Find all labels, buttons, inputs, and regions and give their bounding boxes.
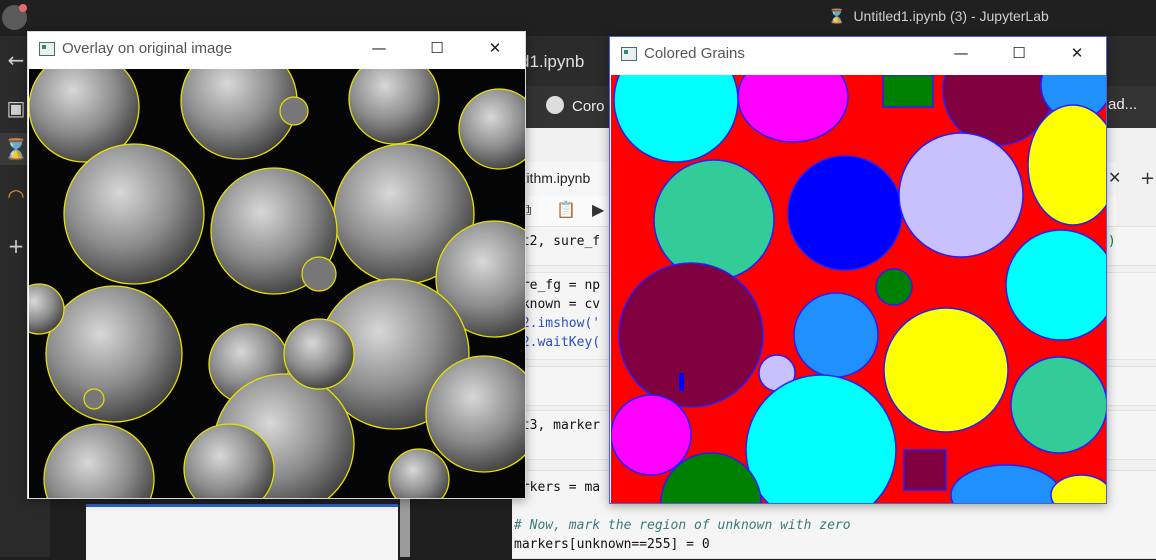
overlay-image [29,69,525,498]
new-tab-icon[interactable]: + [1140,168,1155,189]
colored-grains-svg [611,75,1106,503]
minimize-button[interactable]: — [356,32,402,64]
app-icon [621,47,637,61]
tab-launcher-label: Coro [572,98,605,115]
overlay-image-svg [29,69,525,498]
colored-grains-image [611,75,1106,503]
code-line: et2, sure_f [514,234,601,249]
paste-icon[interactable]: 📋 [556,200,576,219]
run-icon[interactable]: ▶ [592,200,604,219]
code-line: markers[unknown==255] = 0 [514,537,710,552]
globe-icon [546,96,564,114]
left-panel-content [86,504,398,560]
window-titlebar[interactable]: Overlay on original image — ☐ ✕ [28,32,525,64]
tab-notebook-partial[interactable]: d1.ipynb [520,52,584,72]
minimize-button[interactable]: — [938,37,984,69]
code-line: v2.imshow(' [514,316,601,331]
code-line: nknown = cv [514,297,601,312]
code-line: arkers = ma [514,480,601,495]
hourglass-icon: ⌛ [828,8,846,24]
window-title: Colored Grains [644,45,745,62]
overlay-window[interactable]: Overlay on original image — ☐ ✕ [27,31,526,499]
window-title: Overlay on original image [62,40,233,57]
tab-launcher[interactable]: Coro [546,96,605,115]
window-title: ⌛ Untitled1.ipynb (3) - JupyterLab [828,8,1049,25]
window-title-text: Untitled1.ipynb (3) - JupyterLab [853,8,1049,24]
avatar-icon[interactable] [2,4,27,30]
maximize-button[interactable]: ☐ [996,37,1042,69]
app-icon [39,42,55,56]
colored-grains-window[interactable]: Colored Grains — ☐ ✕ [609,36,1107,504]
code-line: et3, marker [514,418,601,433]
close-button[interactable]: ✕ [472,32,518,64]
code-line: # Now, mark the region of unknown with z… [514,518,851,533]
window-titlebar[interactable]: Colored Grains — ☐ ✕ [610,37,1106,69]
maximize-button[interactable]: ☐ [414,32,460,64]
code-line: v2.waitKey( [514,335,601,350]
close-button[interactable]: ✕ [1054,37,1100,69]
close-tab-icon[interactable]: ✕ [1108,168,1121,187]
code-line: ure_fg = np [514,278,601,293]
left-panel-scrollbar[interactable] [400,498,410,557]
tab-right-partial[interactable]: ad... [1108,96,1137,113]
